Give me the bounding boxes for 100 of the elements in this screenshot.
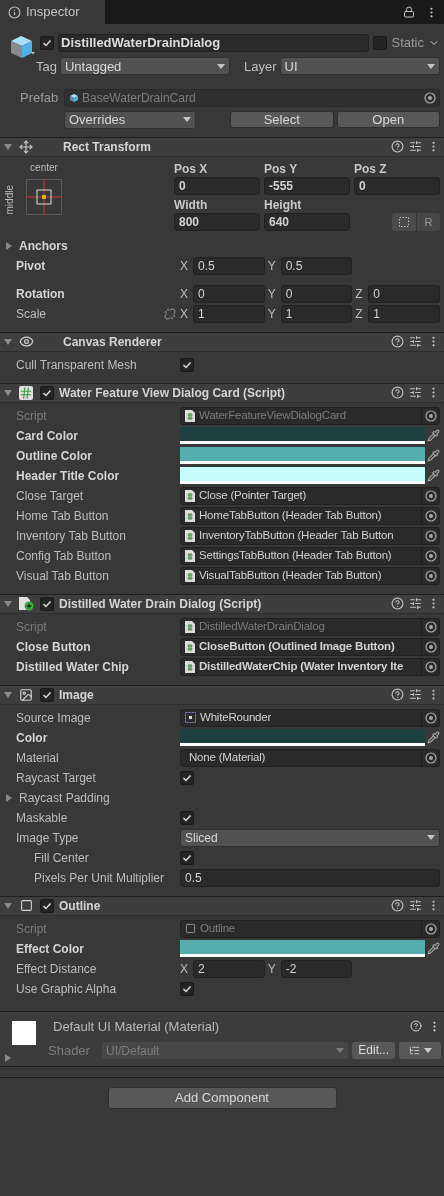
property-label: Rotation — [16, 285, 65, 303]
axis-label: X — [180, 257, 189, 275]
axis-label: Y — [267, 257, 277, 275]
number-field[interactable]: 1 — [193, 304, 265, 323]
property-label: Close Button — [16, 638, 91, 656]
axis-label: X — [180, 305, 189, 323]
number-field[interactable]: 2 — [193, 959, 265, 978]
shader-label: Shader — [48, 1042, 91, 1060]
property-label: Script — [16, 920, 47, 938]
add-component-button[interactable]: Add Component — [107, 1086, 337, 1109]
property-label: Header Title Color — [16, 467, 120, 485]
field-label: Pos Y — [264, 160, 299, 177]
property-label: Close Target — [16, 487, 84, 505]
object-name: DistilledWaterDrainDialog — [199, 618, 326, 634]
object-name: DistilledWaterChip (Water Inventory Ite — [199, 658, 405, 674]
property-label: Maskable — [16, 809, 68, 827]
number-field[interactable]: 640 — [264, 212, 350, 231]
object-field[interactable]: HomeTabButton (Header Tab Button) — [180, 506, 440, 525]
component-header[interactable]: Outline — [0, 895, 444, 916]
number-field[interactable]: 0.5 — [280, 256, 353, 275]
property-label: Visual Tab Button — [16, 567, 109, 585]
static-label: Static — [391, 34, 424, 52]
property-label: Pivot — [16, 257, 46, 275]
axis-label: Y — [267, 960, 277, 978]
property-label: Raycast Target — [16, 769, 96, 787]
object-name: Close (Pointer Target) — [199, 487, 308, 503]
number-field[interactable]: 0 — [174, 176, 260, 195]
property-label: Image Type — [16, 829, 79, 847]
object-name: SettingsTabButton (Header Tab Button) — [199, 547, 393, 563]
property-label: Config Tab Button — [16, 547, 112, 565]
tag-dropdown[interactable]: Untagged — [59, 57, 230, 76]
property-label: Script — [16, 618, 47, 636]
property-label: Anchors — [19, 237, 68, 255]
property-label: Pixels Per Unit Multiplier — [34, 869, 165, 887]
object-name: WhiteRounder — [200, 709, 273, 725]
property-label: Script — [16, 407, 47, 425]
object-name: CloseButton (Outlined Image Button) — [199, 638, 396, 654]
property-label: Outline Color — [16, 447, 92, 465]
axis-label: Z — [355, 285, 364, 303]
object-field[interactable]: InventoryTabButton (Header Tab Button — [180, 526, 440, 545]
object-field[interactable]: Close (Pointer Target) — [180, 486, 440, 505]
anchor-vertical-label: middle — [4, 184, 16, 214]
object-field[interactable]: WhiteRounder — [180, 708, 440, 727]
component-header[interactable]: Canvas Renderer — [0, 331, 444, 352]
component-title: Distilled Water Drain Dialog (Script) — [59, 595, 263, 613]
prefab-label: Prefab — [20, 89, 60, 107]
prefab-button[interactable]: Open — [336, 111, 440, 128]
field-label: Height — [264, 196, 303, 213]
component-header[interactable]: Water Feature View Dialog Card (Script) — [0, 382, 444, 403]
property-label: Source Image — [16, 709, 91, 727]
component-title: Water Feature View Dialog Card (Script) — [59, 384, 287, 402]
edit-button[interactable]: Edit... — [352, 1042, 395, 1060]
inspector-tab[interactable]: Inspector — [0, 0, 105, 24]
property-label: Raycast Padding — [19, 789, 110, 807]
object-name: InventoryTabButton (Header Tab Button — [199, 527, 395, 543]
number-field[interactable]: 0.5 — [193, 256, 265, 275]
object-name: HomeTabButton (Header Tab Button) — [199, 507, 383, 523]
component-title: Canvas Renderer — [63, 333, 163, 351]
number-field[interactable]: 0 — [368, 284, 440, 303]
property-label: Home Tab Button — [16, 507, 109, 525]
property-label: Inventory Tab Button — [16, 527, 126, 545]
object-name: None (Material) — [189, 749, 267, 765]
tag-label: Tag — [36, 57, 57, 76]
layer-label: Layer — [243, 57, 277, 76]
property-label: Card Color — [16, 427, 78, 445]
property-label: Distilled Water Chip — [16, 658, 129, 676]
layer-dropdown[interactable]: UI — [279, 57, 440, 76]
number-field[interactable]: -2 — [280, 959, 353, 978]
prefab-name: BaseWaterDrainCard — [82, 89, 197, 107]
object-name: VisualTabButton (Header Tab Button) — [199, 567, 383, 583]
number-field[interactable]: 0.5 — [180, 868, 440, 887]
number-field[interactable]: 1 — [280, 304, 353, 323]
component-header[interactable]: Rect Transform — [0, 136, 444, 157]
dropdown[interactable]: Sliced — [180, 828, 440, 847]
object-field[interactable]: SettingsTabButton (Header Tab Button) — [180, 546, 440, 565]
component-header[interactable]: Image — [0, 684, 444, 705]
object-name: Outline — [200, 920, 237, 936]
component-header[interactable]: Distilled Water Drain Dialog (Script) — [0, 593, 444, 614]
component-title: Rect Transform — [63, 138, 153, 156]
property-label: Color — [16, 729, 48, 747]
property-label: Material — [16, 749, 59, 767]
object-field[interactable]: DistilledWaterChip (Water Inventory Ite — [180, 657, 440, 676]
number-field[interactable]: 800 — [174, 212, 260, 231]
overrides-dropdown[interactable]: Overrides — [64, 110, 196, 129]
number-field[interactable]: 0 — [280, 284, 353, 303]
object-field[interactable]: VisualTabButton (Header Tab Button) — [180, 566, 440, 585]
property-label: Effect Color — [16, 940, 84, 958]
component-title: Image — [59, 686, 95, 704]
number-field[interactable]: 0 — [354, 176, 440, 195]
number-field[interactable]: 0 — [193, 284, 265, 303]
prefab-button[interactable]: Select — [230, 111, 334, 128]
number-field[interactable]: 1 — [368, 304, 440, 323]
number-field[interactable]: -555 — [264, 176, 350, 195]
property-label: Cull Transparent Mesh — [16, 356, 137, 374]
property-label: Fill Center — [34, 849, 89, 867]
object-field[interactable]: CloseButton (Outlined Image Button) — [180, 637, 440, 656]
object-field[interactable]: None (Material) — [180, 748, 440, 767]
material-title: Default UI Material (Material) — [53, 1017, 221, 1036]
axis-label: Y — [267, 305, 277, 323]
object-name-field[interactable]: DistilledWaterDrainDialog — [58, 33, 370, 52]
